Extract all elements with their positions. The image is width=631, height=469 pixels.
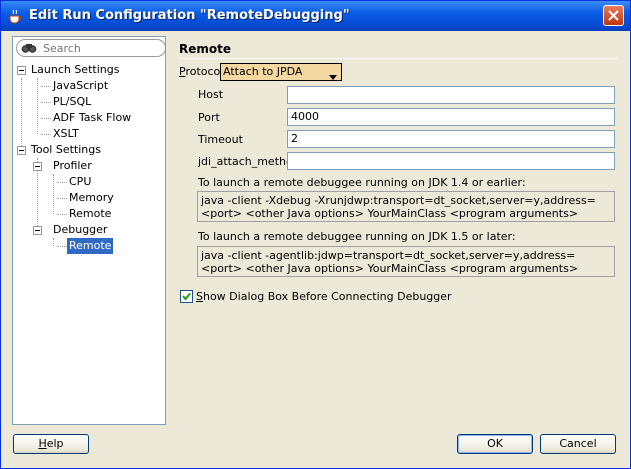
tree-item-profiler-remote[interactable]: Remote [69,206,111,222]
cancel-button[interactable]: Cancel [540,434,616,454]
page-title: Remote [179,42,232,56]
tree-connector [37,78,38,134]
tree-item-javascript[interactable]: JavaScript [53,78,108,94]
checkmark-icon [182,292,191,301]
jdk14-instructions: To launch a remote debuggee running on J… [198,176,526,189]
navigation-panel: Launch Settings JavaScript PL/SQL ADF Ta… [12,36,166,425]
mnemonic-letter: S [196,290,203,303]
tree-connector [57,246,67,247]
tree-item-xslt[interactable]: XSLT [53,126,79,142]
settings-panel: Remote Protocol Attach to JPDA Host Port… [172,36,623,425]
title-bar[interactable]: Edit Run Configuration "RemoteDebugging" [1,1,630,31]
port-label: Port [198,111,220,124]
protocol-selected-value: Attach to JPDA [223,65,303,78]
timeout-input[interactable]: 2 [287,130,615,148]
tree-connector [41,118,51,119]
tree-connector [53,238,54,246]
tree-item-adf-task-flow[interactable]: ADF Task Flow [53,110,131,126]
tree-connector [53,174,54,214]
jdi-attach-method-input[interactable] [287,152,615,170]
java-cup-icon [7,8,23,24]
dialog-window: Edit Run Configuration "RemoteDebugging" [0,0,631,469]
protocol-dropdown[interactable]: Attach to JPDA [220,63,342,81]
show-dialog-checkbox[interactable] [180,290,193,303]
close-button[interactable] [603,5,624,26]
tree-item-debugger-remote[interactable]: Remote [67,238,114,254]
collapse-toggle-debugger[interactable] [33,226,42,235]
tree-item-launch-settings[interactable]: Launch Settings [31,62,119,78]
tree-connector [41,102,51,103]
host-input[interactable] [287,86,615,104]
protocol-label: Protocol [179,65,223,78]
host-label: Host [198,88,224,101]
show-dialog-label-text: how Dialog Box Before Connecting Debugge… [202,290,452,303]
collapse-toggle-profiler[interactable] [33,162,42,171]
tree-item-cpu[interactable]: CPU [69,174,91,190]
timeout-label: Timeout [198,133,243,146]
window-title: Edit Run Configuration "RemoteDebugging" [29,8,350,23]
tree-connector [57,214,67,215]
show-dialog-label[interactable]: Show Dialog Box Before Connecting Debugg… [196,290,452,303]
divider [179,58,617,59]
mnemonic-letter: H [38,437,47,450]
protocol-label-text: rotocol [185,65,224,78]
tree-item-tool-settings[interactable]: Tool Settings [31,142,101,158]
search-icon [21,41,37,58]
help-button[interactable]: Help [13,434,89,454]
tree-connector [57,182,67,183]
jdk15-command-text[interactable]: java -client -agentlib:jdwp=transport=dt… [197,246,615,277]
collapse-toggle-launch-settings[interactable] [17,66,26,75]
ok-button[interactable]: OK [457,434,533,454]
search-box[interactable] [16,39,166,57]
tree-item-debugger[interactable]: Debugger [53,222,107,238]
help-button-label: elp [46,437,64,450]
tree-connector [41,86,51,87]
jdk14-command-text[interactable]: java -client -Xdebug -Xrunjdwp:transport… [197,191,615,222]
close-icon [608,10,619,21]
tree-item-memory[interactable]: Memory [69,190,114,206]
tree-item-profiler[interactable]: Profiler [53,158,92,174]
tree-connector [41,134,51,135]
collapse-toggle-tool-settings[interactable] [17,146,26,155]
port-input[interactable]: 4000 [287,108,615,126]
search-input[interactable] [43,41,158,55]
dropdown-arrow-icon [329,70,337,83]
tree-connector [57,198,67,199]
tree-connector [21,78,22,150]
jdk15-instructions: To launch a remote debuggee running on J… [198,230,516,243]
settings-tree: Launch Settings JavaScript PL/SQL ADF Ta… [13,62,165,421]
tree-item-plsql[interactable]: PL/SQL [53,94,91,110]
